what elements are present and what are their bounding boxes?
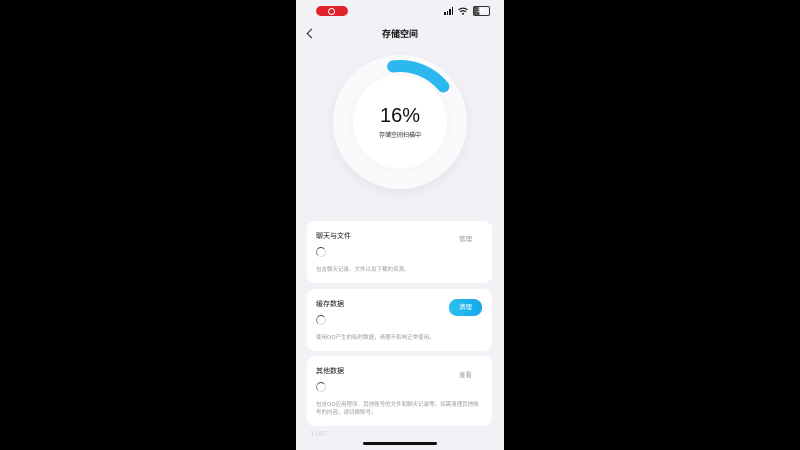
loading-spinner-icon <box>316 247 326 257</box>
card-title: 其他数据 <box>316 367 344 375</box>
card-description: 包含聊天记录、文件以及下载的资源。 <box>316 267 410 273</box>
home-indicator[interactable] <box>363 442 437 445</box>
manage-button[interactable]: 管理 <box>449 231 482 247</box>
scan-percent: 16% <box>379 105 421 127</box>
clean-button[interactable]: 清理 <box>449 299 482 316</box>
page-title: 存储空间 <box>381 30 418 40</box>
storage-scan-gauge: 16% 存储空间扫描中 <box>333 55 467 189</box>
card-cache-data: 缓存数据 清理 使用QQ产生的临时数据，清理不影响正常使用。 <box>307 289 492 351</box>
card-description: 包含QQ应用程序、其他账号的文件和聊天记录等。如需清理其他账号的内容，请切换账号… <box>316 402 479 416</box>
loading-spinner-icon <box>316 382 326 392</box>
view-button[interactable]: 查看 <box>449 367 482 383</box>
phone-screen: 37 存储空间 16% 存储空间扫描中 聊天与文件 管理 包含聊天记录、文件以及… <box>296 0 504 450</box>
card-description: 使用QQ产生的临时数据，清理不影响正常使用。 <box>316 335 435 341</box>
battery-icon: 37 <box>473 6 490 16</box>
card-title: 缓存数据 <box>316 300 344 308</box>
scan-status-label: 存储空间扫描中 <box>378 132 421 139</box>
screen-recording-indicator <box>316 6 348 16</box>
faint-footer-text: 1167 <box>310 430 328 438</box>
status-bar: 37 <box>296 0 504 22</box>
card-chat-files: 聊天与文件 管理 包含聊天记录、文件以及下载的资源。 <box>307 221 492 283</box>
navigation-bar: 存储空间 <box>296 24 504 44</box>
signal-icon <box>444 7 453 15</box>
status-icons: 37 <box>444 6 490 16</box>
card-title: 聊天与文件 <box>316 232 351 240</box>
card-other-data: 其他数据 查看 包含QQ应用程序、其他账号的文件和聊天记录等。如需清理其他账号的… <box>307 356 492 426</box>
loading-spinner-icon <box>316 315 326 325</box>
wifi-icon <box>458 7 468 15</box>
battery-level: 37 <box>477 7 486 14</box>
